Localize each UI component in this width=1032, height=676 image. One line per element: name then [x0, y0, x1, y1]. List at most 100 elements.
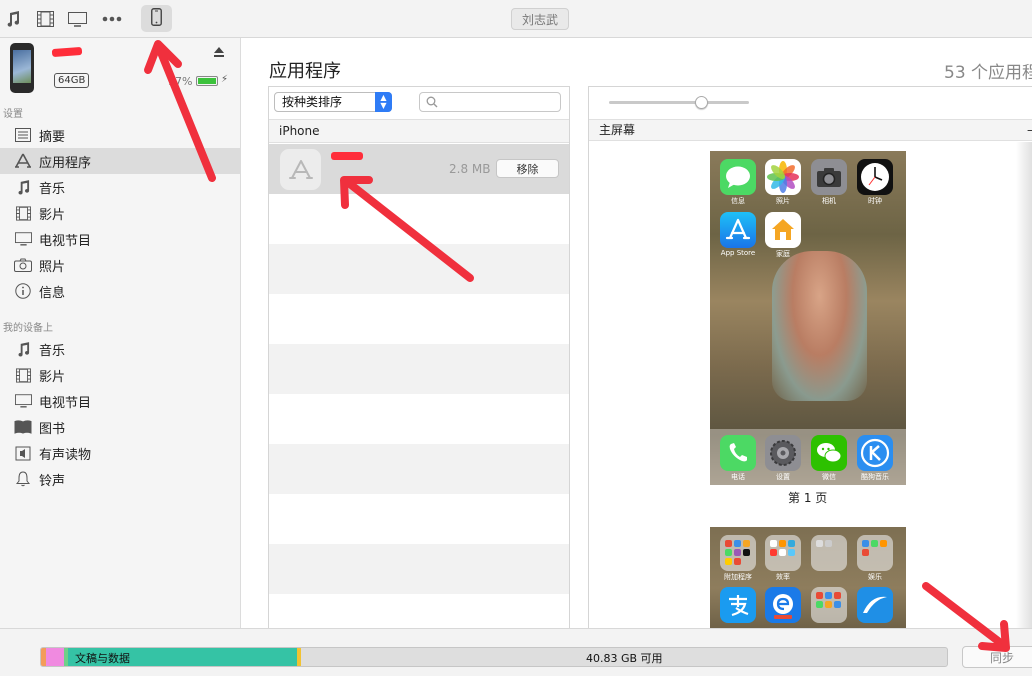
folder-icon[interactable] — [765, 535, 801, 571]
sidebar-item-device-music[interactable]: 音乐 — [0, 336, 240, 362]
storage-segment-audio — [41, 648, 46, 666]
zoom-slider-knob[interactable] — [695, 96, 708, 109]
sidebar-item-device-tv[interactable]: 电视节目 — [0, 388, 240, 414]
sidebar-item-photos[interactable]: 照片 — [0, 252, 240, 278]
camera-icon — [13, 256, 33, 274]
sync-button[interactable]: 同步 — [962, 646, 1032, 668]
sidebar-item-summary[interactable]: 摘要 — [0, 122, 240, 148]
search-icon — [426, 96, 438, 108]
tv-icon — [13, 230, 33, 248]
storage-segment-other — [297, 648, 301, 666]
sidebar-item-label: 电视节目 — [39, 395, 92, 411]
battery-percent: 97% — [168, 75, 193, 88]
device-capacity: 64GB — [54, 73, 90, 88]
phone-icon — [151, 8, 162, 29]
list-item — [269, 594, 569, 628]
top-toolbar: 刘志武 — [0, 0, 1032, 38]
app-label: 时钟 — [868, 197, 882, 205]
list-item — [269, 194, 569, 244]
sidebar-item-label: 应用程序 — [39, 155, 92, 171]
sidebar-item-device-movies[interactable]: 影片 — [0, 362, 240, 388]
dock: 电话 设置 微信 酷狗音乐 — [710, 429, 906, 485]
sidebar-item-device-books[interactable]: 图书 — [0, 414, 240, 440]
music-icon[interactable] — [2, 9, 24, 29]
film-icon[interactable] — [34, 9, 56, 29]
sidebar-item-music[interactable]: 音乐 — [0, 174, 240, 200]
apps-list-panel: 按种类排序 ▲ ▼ iPhone 2.8 MB 移除 — [268, 86, 570, 628]
film-icon — [13, 366, 33, 384]
home-screen-page-1[interactable]: 信息 照片 相机 时钟 App Store 家庭 电话 设置 微信 酷狗音乐 — [710, 151, 906, 485]
page-1-label: 第 1 页 — [788, 491, 828, 505]
browser-app-icon[interactable] — [857, 587, 893, 623]
sidebar-item-label: 铃声 — [39, 473, 66, 489]
ondevice-section-label: 我的设备上 — [3, 323, 53, 334]
account-button[interactable]: 刘志武 — [511, 8, 569, 30]
sidebar-item-device-ringtones[interactable]: 铃声 — [0, 466, 240, 492]
search-field[interactable] — [419, 92, 561, 112]
sidebar-item-label: 有声读物 — [39, 447, 92, 463]
photos-app-icon[interactable] — [765, 159, 801, 195]
settings-section-label: 设置 — [3, 109, 23, 120]
eject-icon[interactable] — [213, 46, 225, 58]
app-label: App Store — [720, 249, 756, 257]
app-count: 53 个应用程 — [944, 63, 1032, 83]
sidebar-item-apps[interactable]: 应用程序 — [0, 148, 240, 174]
page-title: 应用程序 — [269, 61, 341, 82]
app-label: 设置 — [776, 473, 790, 481]
tv-icon[interactable] — [66, 9, 88, 29]
home-screen-page-2[interactable]: 附加程序 效率 娱乐 — [710, 527, 906, 628]
device-button[interactable] — [141, 5, 172, 32]
list-item — [269, 344, 569, 394]
alipay-app-icon[interactable] — [720, 587, 756, 623]
sidebar-item-label: 图书 — [39, 421, 66, 437]
list-item — [269, 294, 569, 344]
folder-icon[interactable] — [811, 535, 847, 571]
app-label: 相机 — [822, 197, 836, 205]
list-header: iPhone — [269, 119, 569, 143]
folder-label: 附加程序 — [724, 573, 752, 581]
film-icon — [13, 204, 33, 222]
remove-button[interactable]: 移除 — [496, 159, 559, 178]
kugou-app-icon[interactable] — [857, 435, 893, 471]
app-label: 微信 — [822, 473, 836, 481]
phone-app-icon[interactable] — [720, 435, 756, 471]
app-label: 酷狗音乐 — [861, 473, 889, 481]
folder-icon[interactable] — [857, 535, 893, 571]
app-label: 照片 — [776, 197, 790, 205]
camera-app-icon[interactable] — [811, 159, 847, 195]
messages-app-icon[interactable] — [720, 159, 756, 195]
app-store-app-icon[interactable] — [720, 212, 756, 248]
folder-icon[interactable] — [811, 587, 847, 623]
sidebar-item-movies[interactable]: 影片 — [0, 200, 240, 226]
home-screen-header: 主屏幕 – — [589, 119, 1032, 141]
info-icon — [13, 282, 33, 300]
clock-app-icon[interactable] — [857, 159, 893, 195]
more-icon[interactable] — [100, 9, 124, 29]
wallpaper-photo — [772, 251, 867, 401]
sidebar-item-label: 音乐 — [39, 343, 66, 359]
sidebar-item-label: 影片 — [39, 207, 66, 223]
sidebar-item-label: 音乐 — [39, 181, 66, 197]
zoom-slider-track[interactable] — [609, 101, 749, 104]
device-header[interactable]: 64GB 97% ⚡ — [0, 38, 240, 100]
app-row[interactable]: 2.8 MB 移除 — [269, 144, 569, 194]
sidebar-item-device-audiobooks[interactable]: 有声读物 — [0, 440, 240, 466]
sort-dropdown[interactable]: 按种类排序 ▲ ▼ — [274, 92, 392, 112]
sidebar-item-label: 照片 — [39, 259, 66, 275]
sidebar-item-tv[interactable]: 电视节目 — [0, 226, 240, 252]
audiobook-icon — [13, 444, 33, 462]
search-input[interactable] — [440, 94, 558, 110]
app-size: 2.8 MB — [449, 162, 491, 176]
list-item — [269, 444, 569, 494]
settings-app-icon[interactable] — [765, 435, 801, 471]
e-app-icon[interactable] — [765, 587, 801, 623]
sidebar-item-info[interactable]: 信息 — [0, 278, 240, 304]
wechat-app-icon[interactable] — [811, 435, 847, 471]
bottom-bar: 文稿与数据 40.83 GB 可用 同步 — [0, 628, 1032, 676]
list-item — [269, 244, 569, 294]
folder-icon[interactable] — [720, 535, 756, 571]
home-app-icon[interactable] — [765, 212, 801, 248]
collapse-dash[interactable]: – — [1027, 120, 1032, 140]
app-store-placeholder-icon — [280, 149, 321, 190]
folder-label: 效率 — [776, 573, 790, 581]
